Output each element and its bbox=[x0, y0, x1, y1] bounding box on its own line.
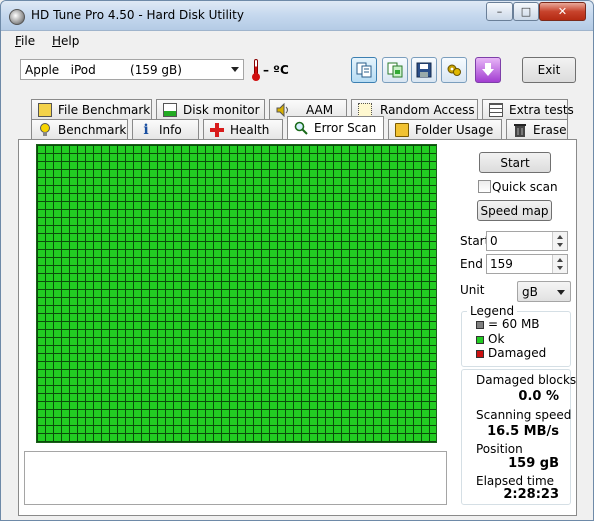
range-start-value: 0 bbox=[490, 234, 498, 248]
tab-label: Health bbox=[230, 122, 270, 137]
options-button[interactable] bbox=[441, 57, 467, 83]
temperature-readout: – ºC bbox=[263, 63, 289, 77]
tab-label: Extra tests bbox=[509, 102, 574, 117]
tab-disk-monitor[interactable]: Disk monitor bbox=[156, 99, 265, 119]
download-icon bbox=[482, 63, 494, 76]
tab-row-bottom: Benchmark i Info Health Error Scan Folde… bbox=[1, 116, 593, 139]
stepper-arrows[interactable] bbox=[552, 255, 567, 273]
scanning-speed-value: 16.5 MB/s bbox=[487, 424, 559, 439]
maximize-button[interactable]: □ bbox=[513, 2, 539, 21]
start-scan-button[interactable]: Start bbox=[479, 152, 551, 173]
unit-label: Unit bbox=[460, 283, 485, 297]
scan-log-box bbox=[24, 451, 447, 505]
minimize-button[interactable]: – bbox=[486, 2, 513, 21]
options-icon bbox=[447, 64, 461, 76]
range-end-stepper[interactable]: 159 bbox=[486, 254, 568, 274]
drive-select-value: Apple iPod (159 gB) bbox=[25, 63, 182, 77]
legend-item-damaged: Damaged bbox=[488, 346, 547, 360]
tab-extra-tests[interactable]: Extra tests bbox=[482, 99, 574, 119]
tab-benchmark[interactable]: Benchmark bbox=[31, 119, 128, 139]
unit-select-value: gB bbox=[522, 285, 538, 299]
damaged-blocks-label: Damaged blocks bbox=[476, 373, 577, 387]
copy-text-icon bbox=[356, 62, 372, 78]
legend-swatch-block-size bbox=[476, 321, 484, 329]
legend-swatch-ok bbox=[476, 336, 484, 344]
tab-health[interactable]: Health bbox=[203, 119, 283, 139]
toolbar: Apple iPod (159 gB) – ºC Exit bbox=[1, 51, 593, 95]
range-start-label: Start bbox=[460, 234, 490, 248]
drive-select[interactable]: Apple iPod (159 gB) bbox=[20, 59, 244, 80]
download-button[interactable] bbox=[475, 57, 501, 83]
unit-select[interactable]: gB bbox=[517, 281, 571, 302]
thermometer-icon bbox=[252, 59, 260, 81]
speed-map-button[interactable]: Speed map bbox=[477, 200, 552, 221]
menu-bar: File Help bbox=[1, 31, 593, 51]
tab-file-benchmark[interactable]: File Benchmark bbox=[31, 99, 152, 119]
menu-help[interactable]: Help bbox=[52, 34, 79, 48]
trash-icon bbox=[513, 123, 527, 137]
tab-folder-usage[interactable]: Folder Usage bbox=[388, 119, 502, 139]
exit-button[interactable]: Exit bbox=[522, 57, 576, 83]
arrow-down-icon bbox=[557, 243, 563, 247]
stepper-arrows[interactable] bbox=[552, 232, 567, 250]
tab-label: Error Scan bbox=[314, 121, 377, 135]
position-value: 159 gB bbox=[508, 456, 559, 471]
damaged-blocks-value: 0.0 % bbox=[518, 389, 559, 404]
position-label: Position bbox=[476, 442, 523, 456]
tab-label: File Benchmark bbox=[58, 102, 151, 117]
elapsed-time-label: Elapsed time bbox=[476, 474, 555, 488]
file-benchmark-icon bbox=[38, 102, 52, 117]
copy-screenshot-icon bbox=[387, 62, 403, 78]
disk-monitor-icon bbox=[163, 102, 177, 117]
scan-block-map bbox=[36, 144, 437, 443]
chevron-down-icon bbox=[557, 290, 565, 295]
tab-erase[interactable]: Erase bbox=[506, 119, 568, 139]
lightbulb-icon bbox=[38, 122, 52, 137]
elapsed-time-value: 2:28:23 bbox=[503, 487, 559, 502]
arrow-up-icon bbox=[557, 258, 563, 262]
folder-icon bbox=[395, 122, 409, 137]
quick-scan-label: Quick scan bbox=[492, 180, 558, 194]
tab-label: Info bbox=[159, 122, 182, 137]
save-icon bbox=[416, 62, 432, 78]
app-disk-icon bbox=[9, 9, 25, 25]
copy-text-button[interactable] bbox=[351, 57, 377, 83]
legend-item-block-size: = 60 MB bbox=[488, 317, 540, 331]
close-button[interactable]: ✕ bbox=[539, 2, 586, 21]
menu-file[interactable]: File bbox=[15, 34, 35, 48]
extra-tests-icon bbox=[489, 102, 503, 117]
app-window: HD Tune Pro 4.50 - Hard Disk Utility – □… bbox=[0, 0, 594, 521]
quick-scan-checkbox[interactable] bbox=[478, 180, 491, 193]
health-cross-icon bbox=[210, 122, 224, 137]
chevron-down-icon bbox=[231, 67, 239, 72]
copy-screenshot-button[interactable] bbox=[382, 57, 408, 83]
save-button[interactable] bbox=[411, 57, 437, 83]
range-start-stepper[interactable]: 0 bbox=[486, 231, 568, 251]
legend-item-ok: Ok bbox=[488, 332, 505, 346]
tab-label: Random Access bbox=[380, 102, 475, 117]
title-bar[interactable]: HD Tune Pro 4.50 - Hard Disk Utility – □… bbox=[1, 1, 593, 31]
tab-label: AAM bbox=[306, 102, 334, 117]
arrow-down-icon bbox=[557, 266, 563, 270]
range-end-label: End bbox=[460, 257, 483, 271]
magnifier-icon bbox=[294, 121, 308, 135]
info-icon: i bbox=[143, 121, 149, 138]
window-title: HD Tune Pro 4.50 - Hard Disk Utility bbox=[31, 8, 244, 22]
tab-info[interactable]: i Info bbox=[132, 119, 199, 139]
tab-label: Disk monitor bbox=[183, 102, 260, 117]
scanning-speed-label: Scanning speed bbox=[476, 408, 572, 422]
arrow-up-icon bbox=[557, 235, 563, 239]
tab-label: Erase bbox=[533, 122, 567, 137]
speaker-icon bbox=[276, 102, 292, 117]
tab-label: Benchmark bbox=[58, 122, 127, 137]
legend-swatch-damaged bbox=[476, 350, 484, 358]
legend-title: Legend bbox=[467, 304, 518, 318]
range-end-value: 159 bbox=[490, 257, 513, 271]
tab-label: Folder Usage bbox=[415, 122, 494, 137]
tab-error-scan[interactable]: Error Scan bbox=[287, 116, 384, 139]
random-access-icon bbox=[358, 102, 372, 117]
